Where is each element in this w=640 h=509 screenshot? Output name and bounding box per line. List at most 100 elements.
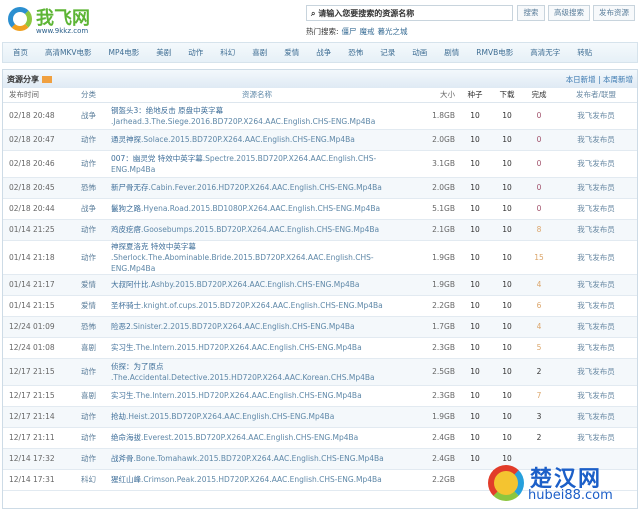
- resource-title-en[interactable]: .Sinister.2.2015.BD720P.X264.AAC.English…: [131, 322, 355, 331]
- resource-title-cn[interactable]: 钢盔头3：绝地反击 原盘中英字幕: [111, 106, 223, 115]
- resource-title-cn[interactable]: 抢劫: [111, 412, 126, 421]
- resource-title-cn[interactable]: 侦探：为了原点: [111, 362, 164, 371]
- category-link[interactable]: 爱情: [75, 274, 111, 296]
- nav-item[interactable]: 记录: [380, 47, 395, 58]
- category-link[interactable]: 动作: [75, 129, 111, 151]
- search-button[interactable]: 搜索: [517, 5, 545, 21]
- resource-title-en[interactable]: .The.Intern.2015.HD720P.X264.AAC.English…: [134, 343, 362, 352]
- resource-title-cn[interactable]: 实习生: [111, 391, 134, 400]
- resource-title-cn[interactable]: 战斧骨: [111, 454, 134, 463]
- category-link[interactable]: 动作: [75, 150, 111, 178]
- publisher-link[interactable]: 我飞发布员: [555, 150, 637, 178]
- resource-name-link[interactable]: 通灵神探.Solace.2015.BD720P.X264.AAC.English…: [111, 129, 403, 151]
- publisher-link[interactable]: 我飞发布员: [555, 316, 637, 338]
- publisher-link[interactable]: 我飞发布员: [555, 358, 637, 386]
- category-link[interactable]: 科幻: [75, 469, 111, 491]
- resource-title-cn[interactable]: 险恶2: [111, 322, 131, 331]
- nav-item[interactable]: RMVB电影: [476, 47, 513, 58]
- publisher-link[interactable]: 我飞发布员: [555, 177, 637, 199]
- nav-item[interactable]: 动作: [188, 47, 203, 58]
- hot-link[interactable]: 暮光之城: [378, 27, 408, 36]
- nav-item[interactable]: 动画: [412, 47, 427, 58]
- nav-item[interactable]: 剧情: [444, 47, 459, 58]
- publisher-link[interactable]: 我飞发布员: [555, 337, 637, 359]
- nav-item[interactable]: 美剧: [156, 47, 171, 58]
- resource-title-en[interactable]: .Ashby.2015.BD720P.X264.AAC.English.CHS-…: [149, 280, 360, 289]
- resource-name-link[interactable]: 钢盔头3：绝地反击 原盘中英字幕 .Jarhead.3.The.Siege.201…: [111, 102, 403, 130]
- category-link[interactable]: 动作: [75, 406, 111, 428]
- resource-title-cn[interactable]: 007：幽灵党 特效中英字幕: [111, 154, 203, 163]
- publisher-link[interactable]: 我飞发布员: [555, 129, 637, 151]
- nav-item[interactable]: 高清MKV电影: [45, 47, 92, 58]
- publish-resource-button[interactable]: 发布资源: [593, 5, 635, 21]
- category-link[interactable]: 喜剧: [75, 385, 111, 407]
- resource-title-cn[interactable]: 通灵神探: [111, 135, 141, 144]
- nav-item[interactable]: 喜剧: [252, 47, 267, 58]
- resource-name-link[interactable]: 战斧骨.Bone.Tomahawk.2015.BD720P.X264.AAC.E…: [111, 448, 403, 470]
- category-link[interactable]: 战争: [75, 198, 111, 220]
- hot-link[interactable]: 魔戒: [360, 27, 375, 36]
- resource-title-en[interactable]: .The.Intern.2015.HD720P.X264.AAC.English…: [134, 391, 362, 400]
- resource-title-cn[interactable]: 圣杯骑士: [111, 301, 141, 310]
- resource-name-link[interactable]: 实习生.The.Intern.2015.HD720P.X264.AAC.Engl…: [111, 337, 403, 359]
- nav-item[interactable]: 高清无字: [530, 47, 560, 58]
- resource-title-cn[interactable]: 大叔阿什比: [111, 280, 149, 289]
- resource-name-link[interactable]: 新尸骨无存.Cabin.Fever.2016.HD720P.X264.AAC.E…: [111, 177, 403, 199]
- week-new-link[interactable]: 本周新增: [603, 75, 633, 84]
- publisher-link[interactable]: 我飞发布员: [555, 274, 637, 296]
- publisher-link[interactable]: 我飞发布员: [555, 385, 637, 407]
- resource-title-cn[interactable]: 鬣狗之路: [111, 204, 141, 213]
- resource-name-link[interactable]: 绝命海拔.Everest.2015.BD720P.X264.AAC.Englis…: [111, 427, 403, 449]
- category-link[interactable]: 动作: [75, 427, 111, 449]
- nav-item[interactable]: 首页: [13, 47, 28, 58]
- resource-name-link[interactable]: 鸡皮疙瘩.Goosebumps.2015.BD720P.X264.AAC.Eng…: [111, 219, 403, 241]
- resource-title-en[interactable]: .Goosebumps.2015.BD720P.X264.AAC.English…: [141, 225, 379, 234]
- category-link[interactable]: 恐怖: [75, 177, 111, 199]
- publisher-link[interactable]: 我飞发布员: [555, 406, 637, 428]
- category-link[interactable]: 爱情: [75, 295, 111, 317]
- resource-title-en[interactable]: .Jarhead.3.The.Siege.2016.BD720P.X264.AA…: [111, 117, 375, 126]
- today-new-link[interactable]: 本日新增: [566, 75, 596, 84]
- nav-item[interactable]: 科幻: [220, 47, 235, 58]
- category-link[interactable]: 动作: [75, 448, 111, 470]
- publisher-link[interactable]: 我飞发布员: [555, 427, 637, 449]
- site-logo[interactable]: 我飞网 www.9kkz.com: [6, 3, 101, 37]
- resource-name-link[interactable]: 007：幽灵党 特效中英字幕.Spectre.2015.BD720P.X264.…: [111, 150, 403, 178]
- nav-item[interactable]: 恐怖: [348, 47, 363, 58]
- search-input[interactable]: ⌕ 请输入您要搜索的资源名称: [306, 5, 513, 21]
- resource-name-link[interactable]: 险恶2.Sinister.2.2015.BD720P.X264.AAC.Engl…: [111, 316, 403, 338]
- resource-title-cn[interactable]: 鸡皮疙瘩: [111, 225, 141, 234]
- nav-item[interactable]: MP4电影: [109, 47, 140, 58]
- publisher-link[interactable]: 我飞发布员: [555, 219, 637, 241]
- resource-title-en[interactable]: .Bone.Tomahawk.2015.BD720P.X264.AAC.Engl…: [134, 454, 384, 463]
- resource-title-cn[interactable]: 绝命海拔: [111, 433, 141, 442]
- resource-name-link[interactable]: 大叔阿什比.Ashby.2015.BD720P.X264.AAC.English…: [111, 274, 403, 296]
- category-link[interactable]: 恐怖: [75, 316, 111, 338]
- resource-title-en[interactable]: .Heist.2015.BD720P.X264.AAC.English.CHS-…: [126, 412, 334, 421]
- resource-name-link[interactable]: 神探夏洛克 特效中英字幕 .Sherlock.The.Abominable.Bri…: [111, 240, 403, 275]
- category-link[interactable]: 动作: [75, 358, 111, 386]
- resource-title-en[interactable]: .Cabin.Fever.2016.HD720P.X264.AAC.Englis…: [149, 183, 382, 192]
- nav-item[interactable]: 爱情: [284, 47, 299, 58]
- resource-name-link[interactable]: 实习生.The.Intern.2015.HD720P.X264.AAC.Engl…: [111, 385, 403, 407]
- resource-title-cn[interactable]: 神探夏洛克 特效中英字幕: [111, 242, 196, 251]
- resource-title-en[interactable]: .knight.of.cups.2015.BD720P.X264.AAC.Eng…: [141, 301, 383, 310]
- category-link[interactable]: 战争: [75, 102, 111, 130]
- resource-title-cn[interactable]: 实习生: [111, 343, 134, 352]
- resource-title-en[interactable]: .Hyena.Road.2015.BD1080P.X264.AAC.Englis…: [141, 204, 380, 213]
- nav-item[interactable]: 战争: [316, 47, 331, 58]
- resource-title-en[interactable]: .Sherlock.The.Abominable.Bride.2015.BD72…: [111, 253, 374, 273]
- resource-title-en[interactable]: .Solace.2015.BD720P.X264.AAC.English.CHS…: [141, 135, 355, 144]
- publisher-link[interactable]: 我飞发布员: [555, 295, 637, 317]
- resource-title-en[interactable]: .Everest.2015.BD720P.X264.AAC.English.CH…: [141, 433, 358, 442]
- category-link[interactable]: 喜剧: [75, 337, 111, 359]
- publisher-link[interactable]: 我飞发布员: [555, 198, 637, 220]
- resource-title-cn[interactable]: 猩红山峰: [111, 475, 141, 484]
- resource-name-link[interactable]: 鬣狗之路.Hyena.Road.2015.BD1080P.X264.AAC.En…: [111, 198, 403, 220]
- nav-item[interactable]: 转贴: [577, 47, 592, 58]
- resource-title-cn[interactable]: 新尸骨无存: [111, 183, 149, 192]
- hot-link[interactable]: 僵尸: [342, 27, 357, 36]
- publisher-link[interactable]: 我飞发布员: [555, 102, 637, 130]
- resource-title-en[interactable]: .Crimson.Peak.2015.HD720P.X264.AAC.Engli…: [141, 475, 382, 484]
- resource-title-en[interactable]: .The.Accidental.Detective.2015.HD720P.X2…: [111, 373, 375, 382]
